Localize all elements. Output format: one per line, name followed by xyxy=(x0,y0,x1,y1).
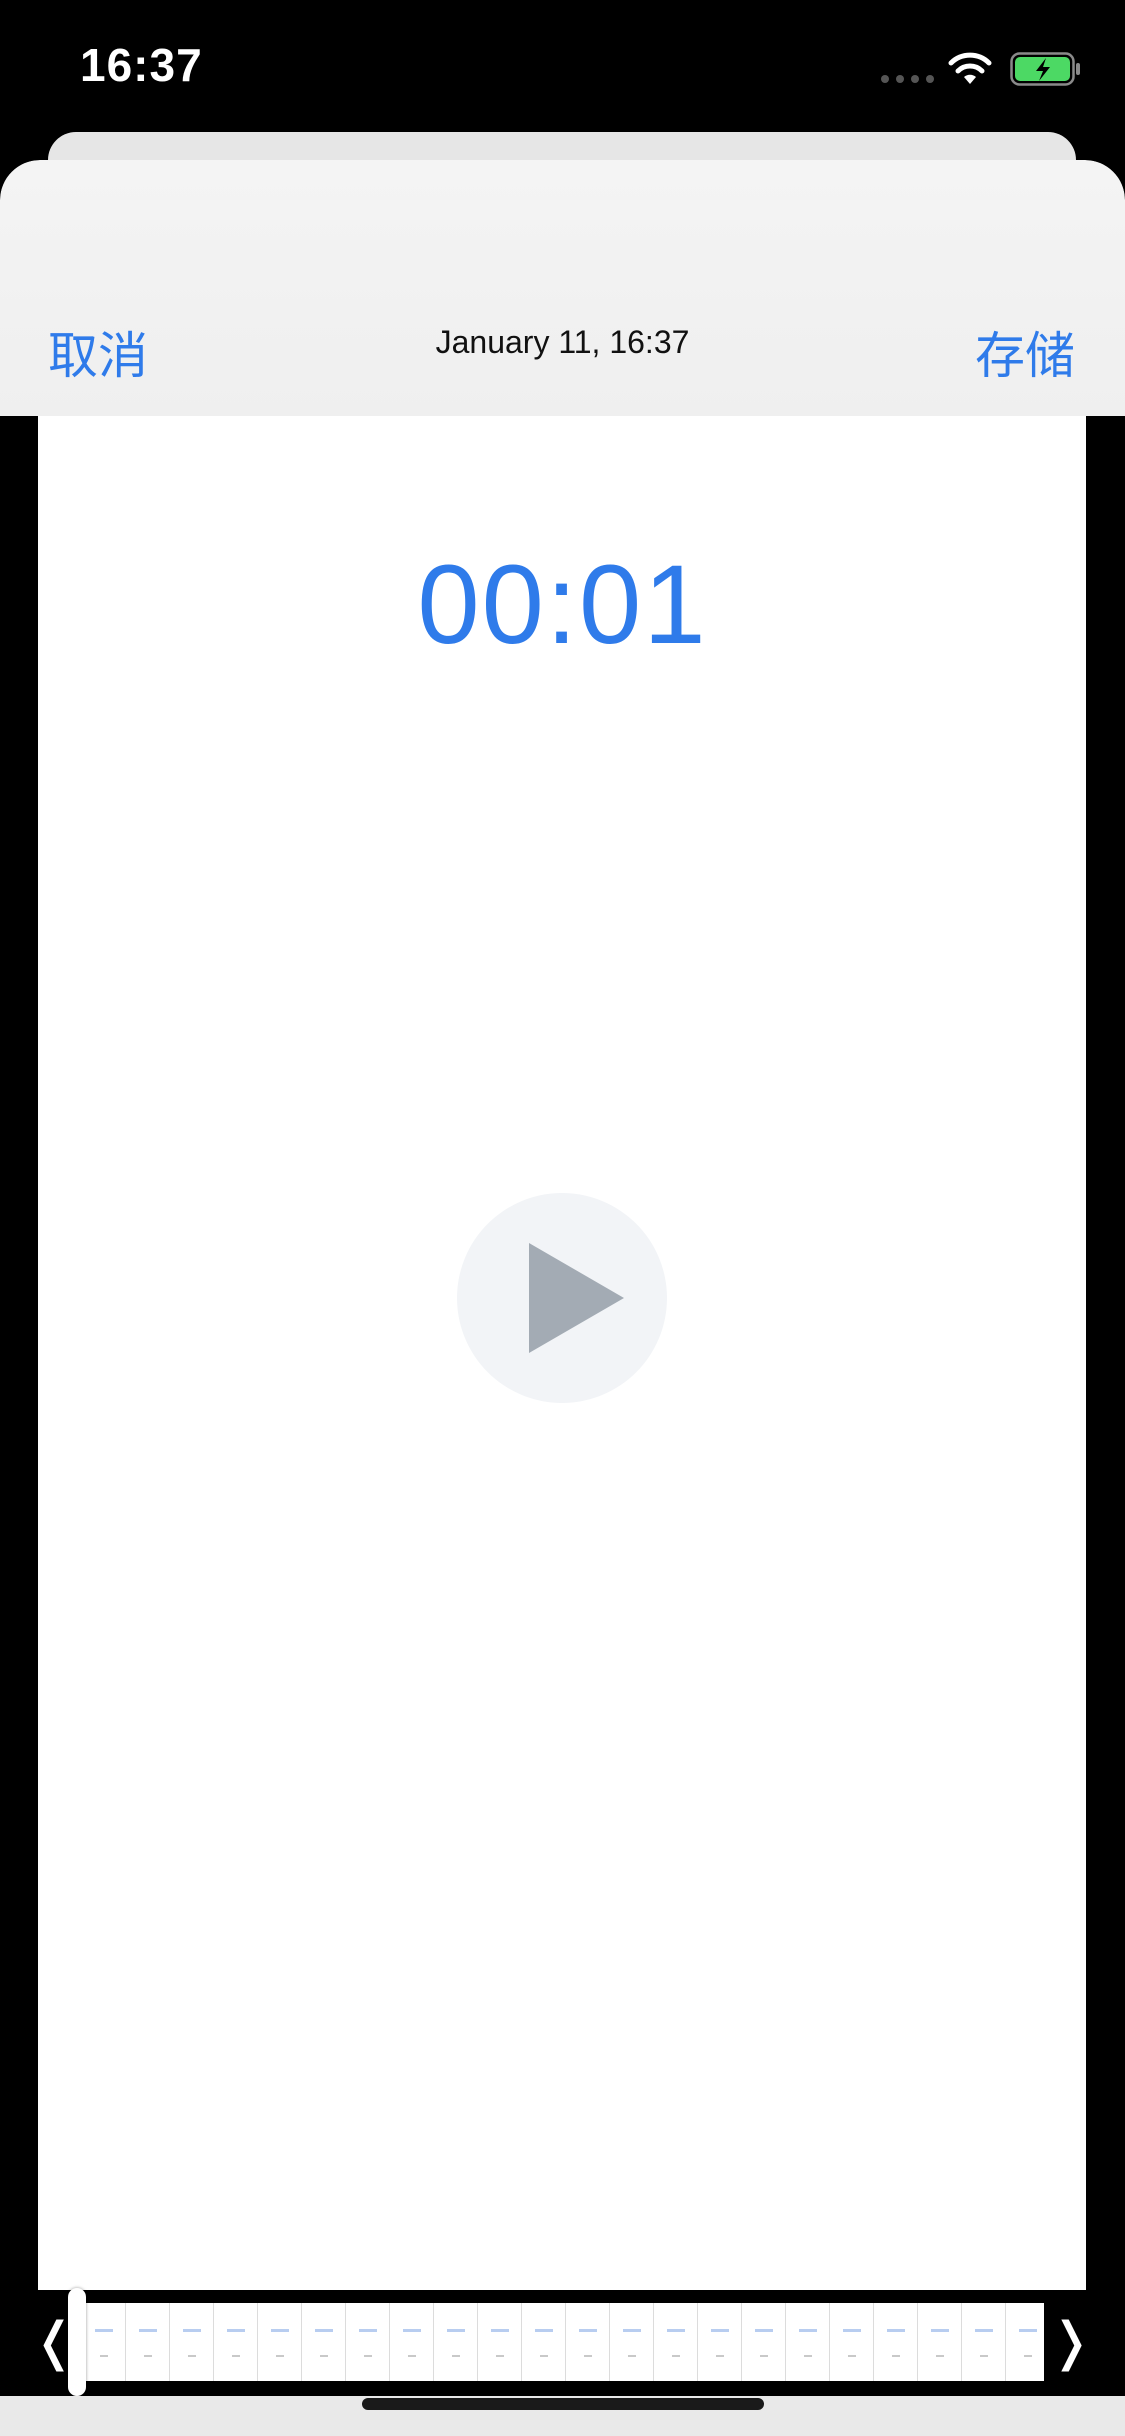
filmstrip-frame xyxy=(478,2303,522,2381)
filmstrip-frame xyxy=(610,2303,654,2381)
play-icon xyxy=(529,1243,624,1353)
filmstrip-frame xyxy=(214,2303,258,2381)
filmstrip-frame xyxy=(522,2303,566,2381)
filmstrip-frame xyxy=(566,2303,610,2381)
filmstrip-frame xyxy=(742,2303,786,2381)
play-button[interactable] xyxy=(457,1193,667,1403)
filmstrip-frame xyxy=(258,2303,302,2381)
filmstrip-frame xyxy=(962,2303,1006,2381)
nav-bar: 取消 January 11, 16:37 存储 xyxy=(0,160,1125,416)
wifi-icon xyxy=(948,52,992,84)
filmstrip-frame xyxy=(126,2303,170,2381)
recording-timer: 00:01 xyxy=(417,542,708,667)
chevron-right-icon[interactable]: ❭ xyxy=(1047,2295,1095,2389)
filmstrip[interactable] xyxy=(82,2303,1044,2381)
save-button[interactable]: 存储 xyxy=(975,316,1075,388)
signal-icon xyxy=(881,75,934,83)
filmstrip-frame xyxy=(434,2303,478,2381)
filmstrip-frame xyxy=(1006,2303,1044,2381)
home-indicator[interactable] xyxy=(362,2398,764,2410)
filmstrip-frame xyxy=(830,2303,874,2381)
filmstrip-frame xyxy=(170,2303,214,2381)
filmstrip-frame xyxy=(346,2303,390,2381)
filmstrip-frame xyxy=(302,2303,346,2381)
filmstrip-frame xyxy=(82,2303,126,2381)
status-time: 16:37 xyxy=(80,39,203,91)
playhead-handle[interactable] xyxy=(68,2288,86,2396)
filmstrip-frame xyxy=(390,2303,434,2381)
filmstrip-frame xyxy=(654,2303,698,2381)
filmstrip-frame xyxy=(918,2303,962,2381)
status-bar: 16:37 xyxy=(0,0,1125,140)
battery-charging-icon xyxy=(1010,52,1080,86)
filmstrip-frame xyxy=(698,2303,742,2381)
filmstrip-frame xyxy=(786,2303,830,2381)
video-trimmer[interactable]: ❬ ❭ xyxy=(30,2295,1095,2389)
nav-title: January 11, 16:37 xyxy=(435,324,690,360)
filmstrip-frame xyxy=(874,2303,918,2381)
